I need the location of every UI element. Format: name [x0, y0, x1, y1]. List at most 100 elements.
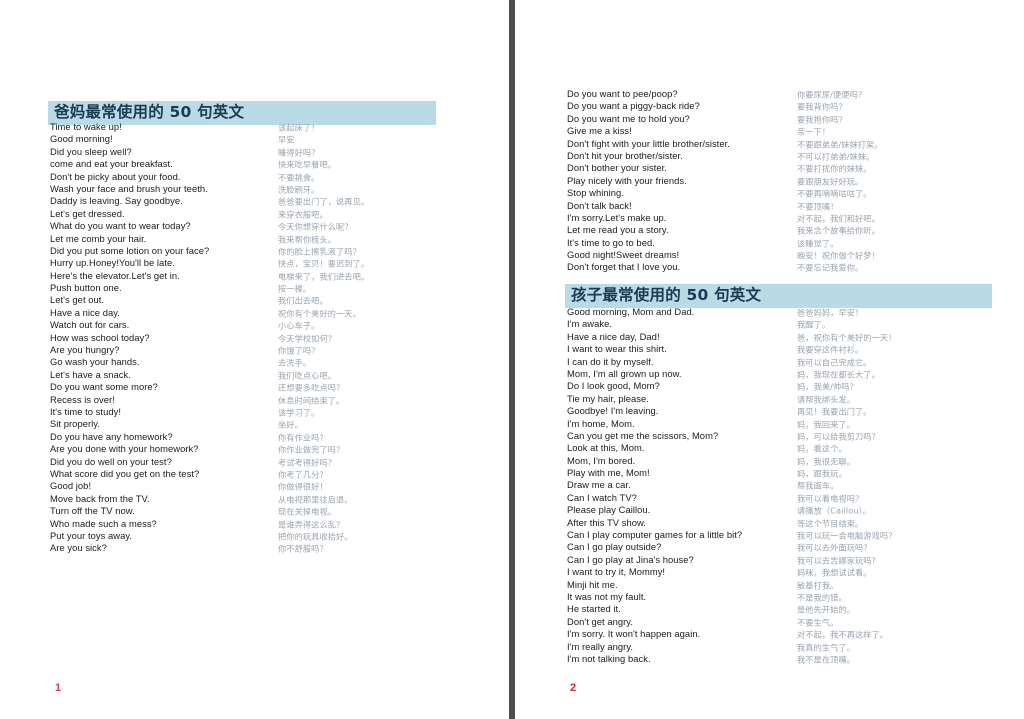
- phrase-row: Don't talk back! 不要顶嘴！: [567, 200, 967, 212]
- phrase-row: Have a nice day. 祝你有个美好的一天。: [50, 307, 435, 319]
- phrase-row: Can you get me the scissors, Mom? 妈，可以给我剪…: [567, 430, 967, 442]
- phrase-chinese: 妈，跟我玩。: [797, 468, 847, 479]
- phrase-english: I'm awake.: [567, 318, 613, 330]
- phrase-english: Are you sick?: [50, 542, 107, 554]
- phrase-english: Hurry up.Honey!You'll be late.: [50, 257, 175, 269]
- phrase-english: I want to try it, Mommy!: [567, 566, 666, 578]
- phrase-english: Do you want a piggy-back ride?: [567, 100, 700, 112]
- phrase-row: Don't bother your sister. 不要打扰你的妹妹。: [567, 162, 967, 174]
- phrase-english: It's time to study!: [50, 405, 121, 417]
- phrase-english: Stop whining.: [567, 187, 624, 199]
- phrase-row: Recess is over! 休息时间结束了。: [50, 394, 435, 406]
- phrase-english: Good morning, Mom and Dad.: [567, 306, 695, 317]
- phrase-chinese: 要我抱你吗？: [797, 114, 847, 125]
- phrase-english: Do you have any homework?: [50, 430, 173, 442]
- phrase-row: Are you hungry? 你饿了吗？: [50, 344, 435, 356]
- phrase-english: After this TV show.: [567, 516, 646, 528]
- phrase-row: Good job! 你做得很好！: [50, 480, 435, 492]
- phrase-chinese: 按一楼。: [278, 283, 312, 294]
- phrase-row: Hurry up.Honey!You'll be late. 快点，宝贝！要迟到了…: [50, 257, 435, 269]
- phrase-chinese: 我真的生气了。: [797, 641, 856, 652]
- phrase-row: Do you want some more? 还想要多吃点吗？: [50, 381, 435, 393]
- phrase-row: Good morning! 早安: [50, 133, 435, 145]
- phrase-chinese: 从电视那里往后退。: [278, 494, 353, 505]
- phrase-english: Good morning!: [50, 133, 113, 145]
- phrase-chinese: 妈，我很无聊。: [797, 455, 856, 466]
- phrase-english: I can do it by myself.: [567, 355, 654, 367]
- phrase-chinese: 来穿衣服吧。: [278, 209, 328, 220]
- phrase-chinese: 妈咪，我想试试看。: [797, 567, 872, 578]
- phrase-chinese: 爸爸妈妈，早安！: [797, 307, 864, 318]
- phrase-chinese: 要我背你吗？: [797, 101, 847, 112]
- phrase-row: Are you sick? 你不舒服吗？: [50, 542, 435, 554]
- phrase-english: Daddy is leaving. Say goodbye.: [50, 195, 183, 207]
- phrase-english: I'm sorry. It won't happen again.: [567, 628, 701, 640]
- phrase-row: Watch out for cars. 小心车子。: [50, 319, 435, 331]
- phrase-chinese: 你考了几分？: [278, 469, 328, 480]
- phrase-english: Do you want some more?: [50, 381, 158, 393]
- phrase-chinese: 不可以打弟弟/妹妹。: [797, 151, 875, 162]
- phrase-chinese: 请播放（Caillou）。: [797, 505, 872, 516]
- phrase-row: Can I play computer games for a little b…: [567, 529, 967, 541]
- phrase-chinese: 我来帮你梳头。: [278, 233, 337, 244]
- phrase-chinese: 亲一下！: [797, 126, 831, 137]
- phrase-english: Do you want me to hold you?: [567, 112, 690, 124]
- phrase-chinese: 对不起，我不再这样了。: [797, 629, 889, 640]
- phrase-row: I'm home, Mom. 妈，我回来了。: [567, 418, 967, 430]
- phrase-english: Don't bother your sister.: [567, 162, 667, 174]
- phrase-row: Don't hit your brother/sister. 不可以打弟弟/妹妹。: [567, 150, 967, 162]
- phrase-english: What do you want to wear today?: [50, 220, 191, 232]
- phrase-english: Let's get dressed.: [50, 207, 125, 219]
- phrase-chinese: 你作业做完了吗？: [278, 444, 345, 455]
- phrase-english: Have a nice day.: [50, 306, 120, 318]
- phrase-row: Don't be picky about your food. 不要挑食。: [50, 171, 435, 183]
- phrase-chinese: 你有作业吗？: [278, 432, 328, 443]
- phrase-chinese: 请帮我绑头发。: [797, 394, 856, 405]
- phrase-chinese: 要跟朋友好好玩。: [797, 176, 864, 187]
- phrase-english: Draw me a car.: [567, 479, 631, 491]
- document-page-1: 爸妈最常使用的 50 句英文 Time to wake up! 该起床了！ Good…: [0, 0, 509, 719]
- phrase-chinese: 不要再嘀嘀咕咕了。: [797, 188, 872, 199]
- phrase-chinese: 小心车子。: [278, 320, 320, 331]
- phrase-chinese: 我来念个故事给你听。: [797, 225, 880, 236]
- phrase-row: It's time to study! 该学习了。: [50, 406, 435, 418]
- phrase-english: Let me read you a story.: [567, 224, 669, 236]
- phrase-chinese: 是谁弄得这么乱？: [278, 518, 345, 529]
- phrase-english: Look at this, Mom.: [567, 442, 645, 454]
- phrase-english: I'm sorry.Let's make up.: [567, 211, 667, 223]
- phrase-row: Did you put some lotion on your face? 你的脸…: [50, 245, 435, 257]
- phrase-english: I'm really angry.: [567, 640, 634, 652]
- phrase-english: Let's have a snack.: [50, 368, 131, 380]
- phrase-english: Watch out for cars.: [50, 319, 130, 331]
- phrase-english: Goodbye! I'm leaving.: [567, 405, 659, 417]
- phrase-row: Can I watch TV? 我可以看电视吗？: [567, 492, 967, 504]
- phrase-english: Play nicely with your friends.: [567, 174, 687, 186]
- phrase-english: How was school today?: [50, 331, 150, 343]
- phrase-english: Who made such a mess?: [50, 517, 157, 529]
- phrase-row: Don't fight with your little brother/sis…: [567, 138, 967, 150]
- phrase-chinese: 你要尿尿/便便吗？: [797, 89, 867, 100]
- phrase-english: Do you want to pee/poop?: [567, 88, 678, 99]
- phrase-row: Here's the elevator.Let's get in. 电梯来了，我们…: [50, 270, 435, 282]
- page-2-content: Do you want to pee/poop? 你要尿尿/便便吗？ Do you …: [515, 0, 1024, 719]
- phrase-english: Good night!Sweet dreams!: [567, 249, 680, 261]
- phrase-english: Don't talk back!: [567, 199, 632, 211]
- phrase-row: It's time to go to bed. 该睡觉了。: [567, 237, 967, 249]
- phrase-row: Play with me, Mom! 妈，跟我玩。: [567, 467, 967, 479]
- phrase-chinese: 是他先开始的。: [797, 604, 856, 615]
- phrase-row: Sit properly. 坐好。: [50, 418, 435, 430]
- phrase-chinese: 快来吃早餐吧。: [278, 159, 337, 170]
- phrase-english: Can I watch TV?: [567, 491, 637, 503]
- phrase-english: I'm home, Mom.: [567, 417, 635, 429]
- phrase-list-parents: Time to wake up! 该起床了！ Good morning! 早安 Did …: [50, 121, 435, 555]
- document-page-2: Do you want to pee/poop? 你要尿尿/便便吗？ Do you …: [515, 0, 1024, 719]
- phrase-chinese: 我可以去外面玩吗？: [797, 542, 872, 553]
- phrase-chinese: 不要跟弟弟/妹妹打架。: [797, 138, 883, 149]
- phrase-row: Play nicely with your friends. 要跟朋友好好玩。: [567, 175, 967, 187]
- phrase-chinese: 把你的玩具收拾好。: [278, 531, 353, 542]
- phrase-row: I'm sorry. It won't happen again. 对不起，我不再…: [567, 628, 967, 640]
- phrase-list-children: Good morning, Mom and Dad. 爸爸妈妈，早安！ I'm aw…: [567, 306, 967, 665]
- page-1-content: 爸妈最常使用的 50 句英文 Time to wake up! 该起床了！ Good…: [0, 0, 509, 719]
- phrase-chinese: 去洗手。: [278, 357, 312, 368]
- phrase-chinese: 我醒了。: [797, 319, 831, 330]
